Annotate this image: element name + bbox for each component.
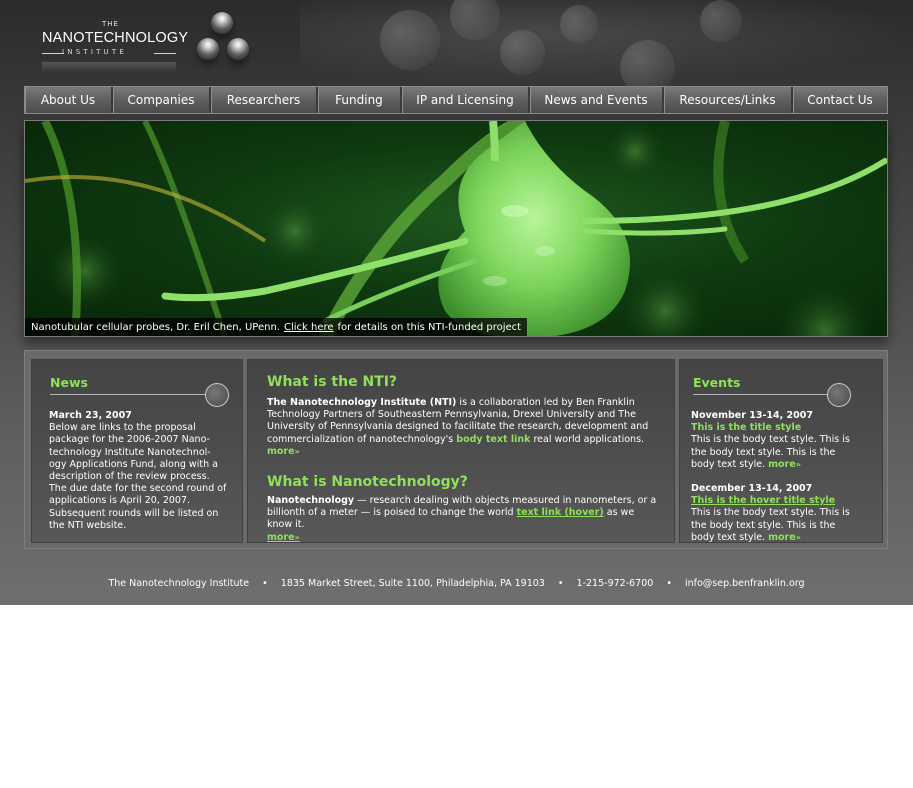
- footer-email[interactable]: info@sep.benfranklin.org: [685, 578, 805, 589]
- double-chevron-right-icon: »: [795, 459, 801, 469]
- footer-separator: •: [666, 578, 672, 589]
- nti-heading: What is the NTI?: [267, 374, 398, 390]
- double-chevron-right-icon: »: [294, 532, 300, 542]
- logo-spheres-icon: [192, 8, 254, 80]
- site: THE NANOTECHNOLOGY INSTITUTE About Us Co…: [0, 0, 913, 605]
- footer-separator: •: [262, 578, 268, 589]
- logo-reflection: [42, 62, 176, 72]
- double-chevron-right-icon: »: [795, 532, 801, 542]
- logo-institute: INSTITUTE: [62, 48, 127, 56]
- events-panel: Events November 13-14, 2007 This is the …: [679, 359, 883, 543]
- nti-paragraph: The Nanotechnology Institute (NTI) is a …: [267, 397, 659, 458]
- nanotech-heading: What is Nanotechnology?: [267, 474, 468, 490]
- nti-body-link[interactable]: body text link: [456, 434, 530, 445]
- event-1-body: This is the body text style. This is the…: [691, 434, 859, 471]
- nav-item-about-us[interactable]: About Us: [25, 87, 113, 113]
- header-molecule-background: [300, 0, 913, 95]
- logo-the: THE: [102, 20, 119, 28]
- footer-separator: •: [557, 578, 564, 589]
- nanotech-more-link[interactable]: more»: [267, 532, 300, 543]
- nav-item-funding[interactable]: Funding: [318, 87, 402, 113]
- event-1-more-label: more: [768, 458, 796, 470]
- logo-rule-left: [42, 53, 64, 54]
- news-item: March 23, 2007 Below are links to the pr…: [49, 410, 227, 532]
- logo-rule-right: [154, 53, 176, 54]
- nti-bold-lead: The Nanotechnology Institute (NTI): [267, 397, 457, 408]
- event-2-date: December 13-14, 2007: [691, 483, 813, 494]
- nanotech-hover-link[interactable]: text link (hover): [517, 507, 604, 518]
- nanotech-bold-lead: Nanotechnology: [267, 495, 355, 506]
- events-title-rule: [693, 394, 840, 395]
- nav-item-researchers[interactable]: Researchers: [211, 87, 318, 113]
- news-knob-icon: [205, 383, 229, 407]
- nanotech-paragraph: Nanotechnology — research dealing with o…: [267, 495, 659, 544]
- nav-item-ip-and-licensing[interactable]: IP and Licensing: [402, 87, 530, 113]
- event-2-more-link[interactable]: more»: [768, 532, 801, 543]
- event-2-body: This is the body text style. This is the…: [691, 507, 859, 544]
- nti-text-b: real world applications.: [530, 433, 645, 445]
- banner-caption: Nanotubular cellular probes, Dr. Eril Ch…: [25, 318, 528, 336]
- events-title: Events: [693, 375, 741, 390]
- event-1-date: November 13-14, 2007: [691, 410, 813, 421]
- footer-address: 1835 Market Street, Suite 1100, Philadel…: [280, 578, 545, 589]
- nav-item-companies[interactable]: Companies: [113, 87, 211, 113]
- nti-more-link[interactable]: more»: [267, 446, 300, 457]
- nanotech-more-label: more: [267, 531, 295, 543]
- event-2-title[interactable]: This is the hover title style: [691, 495, 859, 507]
- event-1-more-link[interactable]: more»: [768, 459, 801, 470]
- logo-name: NANOTECHNOLOGY: [42, 30, 189, 46]
- banner-caption-text: Nanotubular cellular probes, Dr. Eril Ch…: [31, 321, 280, 333]
- news-title: News: [50, 375, 88, 390]
- event-item-1: November 13-14, 2007 This is the title s…: [691, 410, 859, 471]
- news-panel: News March 23, 2007 Below are links to t…: [31, 359, 243, 543]
- nav-item-news-and-events[interactable]: News and Events: [530, 87, 664, 113]
- nti-more-label: more: [267, 445, 295, 457]
- main-panel: What is the NTI? The Nanotechnology Inst…: [247, 359, 675, 543]
- banner-caption-suffix: for details on this NTI-funded project: [337, 321, 522, 333]
- events-knob-icon: [827, 383, 851, 407]
- double-chevron-right-icon: »: [294, 446, 300, 456]
- content-area: News March 23, 2007 Below are links to t…: [24, 350, 888, 549]
- news-title-rule: [50, 394, 218, 395]
- event-2-more-label: more: [768, 531, 796, 543]
- hero-banner[interactable]: Nanotubular cellular probes, Dr. Eril Ch…: [24, 120, 888, 337]
- nav-item-resources-links[interactable]: Resources/Links: [664, 87, 793, 113]
- event-1-title[interactable]: This is the title style: [691, 422, 859, 434]
- news-date: March 23, 2007: [49, 410, 132, 421]
- footer-phone: 1-215-972-6700: [576, 578, 654, 589]
- event-item-2: December 13-14, 2007 This is the hover t…: [691, 483, 859, 544]
- site-footer: The Nanotechnology Institute • 1835 Mark…: [0, 578, 913, 592]
- footer-org: The Nanotechnology Institute: [108, 578, 250, 589]
- nanotube-cell-illustration: [25, 121, 887, 336]
- news-body: Below are links to the proposal package …: [49, 422, 227, 531]
- banner-caption-link[interactable]: Click here: [284, 322, 334, 333]
- main-nav: About Us Companies Researchers Funding I…: [24, 86, 888, 114]
- site-logo[interactable]: THE NANOTECHNOLOGY INSTITUTE: [40, 18, 188, 80]
- nav-item-contact-us[interactable]: Contact Us: [793, 87, 887, 113]
